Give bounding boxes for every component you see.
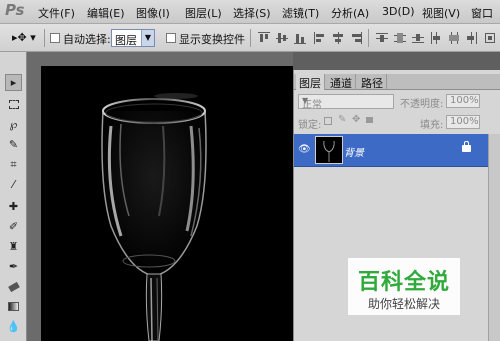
document-area: [27, 52, 293, 341]
lock-label: 锁定:: [298, 120, 322, 131]
wine-glass-image: [41, 66, 293, 341]
distribute-right-icon[interactable]: [466, 32, 478, 44]
clone-stamp-icon[interactable]: ♜: [5, 238, 22, 255]
marquee-tool-icon[interactable]: [5, 96, 22, 113]
distribute-hcenter-icon[interactable]: [448, 32, 460, 44]
brush-tool-icon[interactable]: ✐: [5, 218, 22, 235]
auto-select-dropdown[interactable]: 图层 ▼: [111, 29, 155, 47]
auto-select-checkbox[interactable]: [50, 33, 60, 43]
auto-select-value: 图层: [115, 34, 137, 47]
align-top-icon[interactable]: [258, 32, 270, 44]
toolbox: ▸ ℘ ✎ ⌗ ⁄ ✚ ✐ ♜ ✒ 💧: [0, 52, 27, 341]
lock-all-icon[interactable]: [366, 117, 373, 123]
gradient-tool-icon[interactable]: [5, 298, 22, 315]
menu-window[interactable]: 窗口: [471, 5, 493, 21]
show-transform-checkbox[interactable]: [166, 33, 176, 43]
align-vcenter-icon[interactable]: [276, 32, 288, 44]
options-bar: ▸✥ ▾ 自动选择: 图层 ▼ 显示变换控件: [0, 24, 500, 52]
distribute-bottom-icon[interactable]: [412, 32, 424, 44]
quick-select-tool-icon[interactable]: ✎: [5, 136, 22, 153]
move-tool-icon[interactable]: ▸: [5, 74, 22, 91]
distribute-vcenter-icon[interactable]: [394, 32, 406, 44]
lock-icon: [462, 141, 471, 152]
tab-layers[interactable]: 图层: [296, 74, 325, 90]
eye-icon[interactable]: 👁: [298, 144, 311, 155]
layers-scrollbar[interactable]: [488, 134, 500, 341]
menu-filter[interactable]: 滤镜(T): [282, 5, 319, 21]
opacity-label: 不透明度:: [400, 99, 444, 110]
divider: [368, 29, 369, 47]
menu-analysis[interactable]: 分析(A): [331, 5, 369, 21]
layer-thumbnail: [315, 136, 343, 164]
fill-label: 填充:: [420, 120, 444, 131]
menu-edit[interactable]: 编辑(E): [87, 5, 125, 21]
eraser-tool-icon[interactable]: [5, 278, 22, 295]
blend-mode-dropdown[interactable]: 正常 ▼: [298, 94, 394, 111]
divider: [250, 29, 251, 47]
chevron-down-icon: ▼: [141, 30, 154, 46]
panel-tabs: 图层 通道 路径: [294, 74, 500, 90]
panel-dock-gap: [293, 52, 500, 70]
history-brush-icon[interactable]: ✒: [5, 258, 22, 275]
eyedropper-tool-icon[interactable]: ⁄: [5, 176, 22, 193]
blur-tool-icon[interactable]: 💧: [5, 318, 22, 335]
lock-position-icon[interactable]: ✥: [352, 114, 360, 125]
watermark-title: 百科全说: [357, 270, 450, 295]
watermark-subtitle: 助你轻松解决: [367, 297, 440, 311]
align-left-icon[interactable]: [314, 32, 326, 44]
opacity-field[interactable]: 100%: [446, 94, 480, 108]
tab-channels[interactable]: 通道: [327, 74, 356, 90]
tab-paths[interactable]: 路径: [358, 74, 387, 90]
show-transform-label: 显示变换控件: [179, 33, 245, 46]
app-logo: Ps: [5, 1, 25, 19]
lasso-tool-icon[interactable]: ℘: [5, 116, 22, 133]
lock-transparency-icon[interactable]: [324, 117, 332, 125]
distribute-left-icon[interactable]: [430, 32, 442, 44]
lock-pixels-icon[interactable]: ✎: [338, 114, 346, 125]
menu-view[interactable]: 视图(V): [422, 5, 460, 21]
crop-tool-icon[interactable]: ⌗: [5, 156, 22, 173]
auto-align-icon[interactable]: [484, 32, 496, 44]
auto-select-label: 自动选择:: [63, 33, 111, 46]
watermark: 百科全说 助你轻松解决: [348, 258, 460, 315]
align-hcenter-icon[interactable]: [332, 32, 344, 44]
align-right-icon[interactable]: [350, 32, 362, 44]
layer-name: 背景: [344, 148, 364, 159]
healing-brush-icon[interactable]: ✚: [5, 198, 22, 215]
align-bottom-icon[interactable]: [294, 32, 306, 44]
menu-file[interactable]: 文件(F): [38, 5, 75, 21]
photoshop-window: Ps 文件(F) 编辑(E) 图像(I) 图层(L) 选择(S) 滤镜(T) 分…: [0, 0, 500, 341]
menu-layer[interactable]: 图层(L): [185, 5, 222, 21]
fill-field[interactable]: 100%: [446, 115, 480, 129]
menu-image[interactable]: 图像(I): [136, 5, 170, 21]
divider: [44, 29, 45, 47]
thumbnail-glass: [323, 140, 335, 162]
menu-select[interactable]: 选择(S): [233, 5, 271, 21]
chevron-down-icon: ▼: [302, 96, 309, 105]
move-tool-preset[interactable]: ▸✥ ▾: [12, 31, 36, 44]
menu-3d[interactable]: 3D(D): [382, 5, 415, 18]
document-canvas[interactable]: [41, 66, 293, 341]
layer-row-background[interactable]: 👁 背景: [294, 134, 488, 167]
menu-bar: Ps 文件(F) 编辑(E) 图像(I) 图层(L) 选择(S) 滤镜(T) 分…: [0, 0, 500, 24]
distribute-top-icon[interactable]: [376, 32, 388, 44]
